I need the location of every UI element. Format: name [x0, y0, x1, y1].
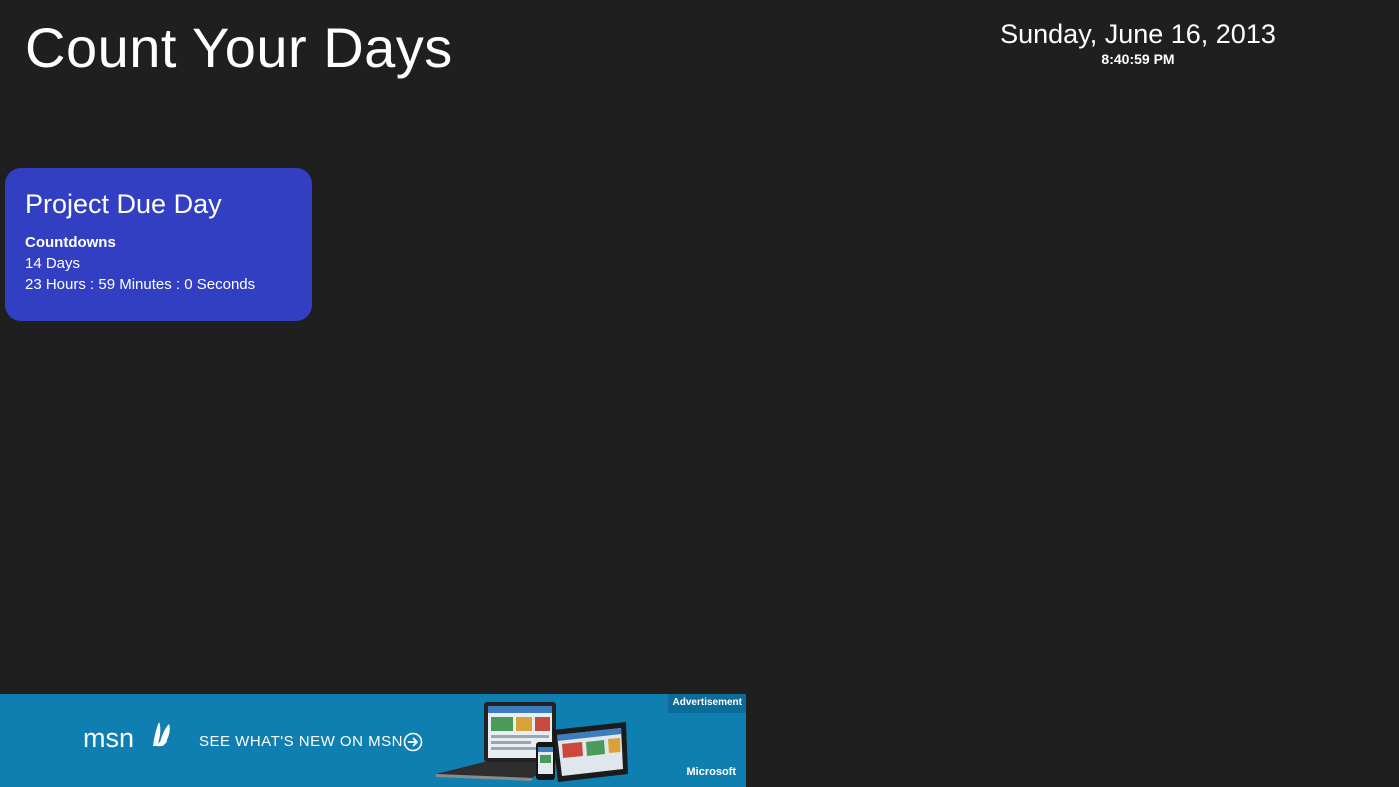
page-title: Count Your Days [25, 16, 453, 79]
advertisement-banner[interactable]: msn SEE WHAT'S NEW ON MSN. Advertisement… [0, 694, 746, 787]
advertisement-label: Advertisement [667, 694, 746, 713]
msn-logo: msn [83, 722, 170, 752]
devices-image [436, 702, 628, 782]
clock: Sunday, June 16, 2013 8:40:59 PM [1000, 18, 1276, 68]
tile-title: Project Due Day [25, 189, 222, 219]
tablet-icon [552, 722, 628, 782]
tile-heading: Countdowns [25, 234, 116, 252]
circle-arrow-right-icon [403, 732, 423, 752]
clock-date: Sunday, June 16, 2013 [1000, 19, 1276, 49]
countdown-tile[interactable]: Project Due Day Countdowns 14 Days 23 Ho… [5, 168, 312, 321]
phone-icon [536, 742, 555, 780]
tile-days: 14 Days [25, 255, 81, 273]
ad-tagline: SEE WHAT'S NEW ON MSN. [199, 733, 408, 750]
msn-butterfly-icon [153, 722, 170, 747]
ad-brand-label: Microsoft [686, 766, 737, 778]
clock-time: 8:40:59 PM [1101, 51, 1175, 68]
tile-remaining-time: 23 Hours : 59 Minutes : 0 Seconds [25, 276, 256, 294]
msn-logo-text: msn [83, 723, 134, 752]
